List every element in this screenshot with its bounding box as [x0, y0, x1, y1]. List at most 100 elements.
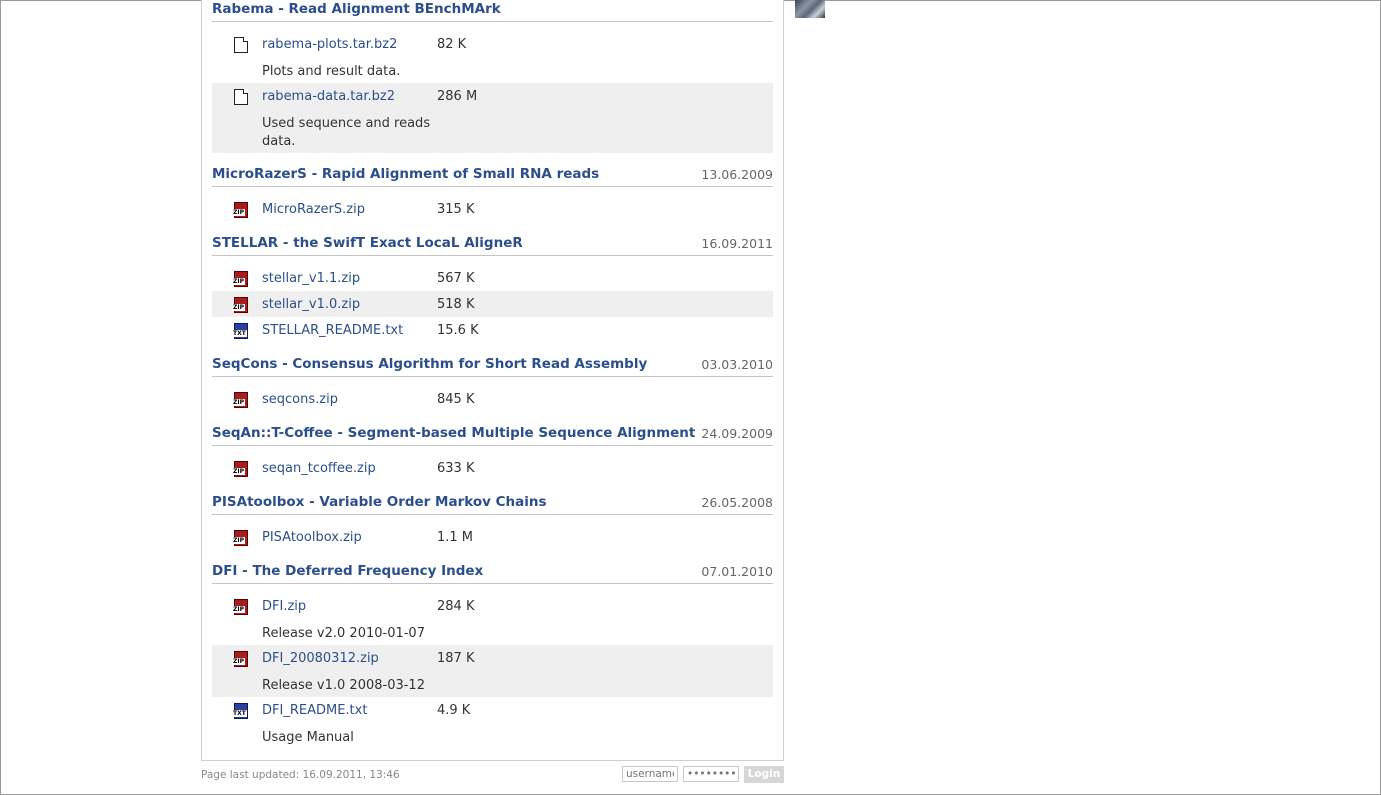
- zip-file-icon: ZIP: [232, 271, 248, 287]
- file-size: 1.1 M: [437, 530, 474, 545]
- file-row: ZIP PISAtoolbox.zip 1.1 M: [212, 524, 773, 550]
- file-download-link[interactable]: stellar_v1.0.zip: [262, 297, 360, 312]
- section-title-link[interactable]: Rabema - Read Alignment BEnchMArk: [212, 1, 501, 17]
- avatar: [795, 0, 825, 18]
- file-size: 518 K: [437, 297, 475, 312]
- file-download-link[interactable]: DFI_20080312.zip: [262, 651, 379, 666]
- file-type-label: ZIP: [232, 209, 245, 216]
- file-download-link[interactable]: stellar_v1.1.zip: [262, 271, 360, 286]
- file-download-link[interactable]: STELLAR_README.txt: [262, 323, 403, 338]
- zip-file-icon: ZIP: [232, 599, 248, 615]
- file-size: 187 K: [437, 651, 475, 666]
- file-row: ZIP stellar_v1.0.zip 518 K: [212, 291, 773, 317]
- file-type-label: TXT: [232, 330, 247, 337]
- section-header: MicroRazerS - Rapid Alignment of Small R…: [212, 164, 773, 187]
- section-date: 26.05.2008: [701, 495, 773, 510]
- section-date: 07.01.2010: [701, 564, 773, 579]
- file-download-link[interactable]: rabema-plots.tar.bz2: [262, 37, 397, 52]
- section-header: Rabema - Read Alignment BEnchMArk: [212, 0, 773, 22]
- section: PISAtoolbox - Variable Order Markov Chai…: [212, 492, 773, 550]
- file-download-link[interactable]: seqcons.zip: [262, 392, 338, 407]
- file-list: ZIP seqan_tcoffee.zip 633 K: [212, 455, 773, 481]
- section-title-link[interactable]: SeqAn::T-Coffee - Segment-based Multiple…: [212, 425, 695, 441]
- file-download-link[interactable]: DFI.zip: [262, 599, 306, 614]
- section: MicroRazerS - Rapid Alignment of Small R…: [212, 164, 773, 222]
- username-input[interactable]: [622, 766, 678, 782]
- file-size: 567 K: [437, 271, 475, 286]
- file-list: ZIP DFI.zip 284 K Release v2.0 2010-01-07 ZI…: [212, 593, 773, 749]
- last-updated-text: Page last updated: 16.09.2011, 13:46: [201, 769, 400, 781]
- file-size: 315 K: [437, 202, 475, 217]
- section-date: 24.09.2009: [701, 426, 773, 441]
- file-description: Release v2.0 2010-01-07: [262, 626, 425, 641]
- file-row: rabema-data.tar.bz2 286 M Used sequence an…: [212, 83, 773, 153]
- section: Rabema - Read Alignment BEnchMArk rabema-…: [212, 0, 773, 153]
- file-row: TXT DFI_README.txt 4.9 K Usage Manual: [212, 697, 773, 749]
- section-date: 03.03.2010: [701, 357, 773, 372]
- downloads-panel: Rabema - Read Alignment BEnchMArk rabema-…: [201, 0, 784, 761]
- file-download-link[interactable]: DFI_README.txt: [262, 703, 367, 718]
- file-description: Usage Manual: [262, 730, 354, 745]
- file-list: ZIP MicroRazerS.zip 315 K: [212, 196, 773, 222]
- section-title-link[interactable]: DFI - The Deferred Frequency Index: [212, 563, 483, 579]
- file-list: ZIP seqcons.zip 845 K: [212, 386, 773, 412]
- file-type-label: ZIP: [232, 468, 245, 475]
- file-row: rabema-plots.tar.bz2 82 K Plots and result…: [212, 31, 773, 83]
- file-type-label: TXT: [232, 710, 247, 717]
- zip-file-icon: ZIP: [232, 297, 248, 313]
- document-icon: [234, 37, 248, 53]
- file-size: 4.9 K: [437, 703, 471, 718]
- file-size: 284 K: [437, 599, 475, 614]
- section-header: SeqAn::T-Coffee - Segment-based Multiple…: [212, 423, 773, 446]
- section-header: DFI - The Deferred Frequency Index 07.01.…: [212, 561, 773, 584]
- file-description: Used sequence and reads data.: [262, 116, 431, 149]
- section-title-link[interactable]: PISAtoolbox - Variable Order Markov Chai…: [212, 494, 547, 510]
- file-type-label: ZIP: [232, 537, 245, 544]
- file-size: 845 K: [437, 392, 475, 407]
- file-download-link[interactable]: rabema-data.tar.bz2: [262, 89, 395, 104]
- file-row: TXT STELLAR_README.txt 15.6 K: [212, 317, 773, 343]
- document-icon: [234, 89, 248, 105]
- file-description: Release v1.0 2008-03-12: [262, 678, 425, 693]
- file-type-label: ZIP: [232, 278, 245, 285]
- password-input[interactable]: [683, 766, 739, 782]
- file-type-label: ZIP: [232, 304, 245, 311]
- file-size: 633 K: [437, 461, 475, 476]
- file-row: ZIP MicroRazerS.zip 315 K: [212, 196, 773, 222]
- file-size: 286 M: [437, 89, 478, 104]
- file-download-link[interactable]: MicroRazerS.zip: [262, 202, 365, 217]
- zip-file-icon: ZIP: [232, 530, 248, 546]
- login-button[interactable]: Login: [744, 766, 784, 783]
- section-date: 13.06.2009: [701, 167, 773, 182]
- file-download-link[interactable]: seqan_tcoffee.zip: [262, 461, 376, 476]
- file-row: ZIP seqcons.zip 845 K: [212, 386, 773, 412]
- file-row: ZIP DFI.zip 284 K Release v2.0 2010-01-07: [212, 593, 773, 645]
- section: SeqAn::T-Coffee - Segment-based Multiple…: [212, 423, 773, 481]
- file-row: ZIP DFI_20080312.zip 187 K Release v1.0 200…: [212, 645, 773, 697]
- file-type-label: ZIP: [232, 606, 245, 613]
- file-row: ZIP stellar_v1.1.zip 567 K: [212, 265, 773, 291]
- file-row: ZIP seqan_tcoffee.zip 633 K: [212, 455, 773, 481]
- section-title-link[interactable]: STELLAR - the SwifT Exact LocaL AligneR: [212, 235, 523, 251]
- section-header: STELLAR - the SwifT Exact LocaL AligneR 1…: [212, 233, 773, 256]
- file-size: 82 K: [437, 37, 467, 52]
- section-header: PISAtoolbox - Variable Order Markov Chai…: [212, 492, 773, 515]
- section-title-link[interactable]: SeqCons - Consensus Algorithm for Short …: [212, 356, 647, 372]
- section-title-link[interactable]: MicroRazerS - Rapid Alignment of Small R…: [212, 166, 599, 182]
- file-list: ZIP PISAtoolbox.zip 1.1 M: [212, 524, 773, 550]
- section-date: 16.09.2011: [701, 236, 773, 251]
- file-list: ZIP stellar_v1.1.zip 567 K ZIP stellar_v1.0.…: [212, 265, 773, 343]
- file-list: rabema-plots.tar.bz2 82 K Plots and result…: [212, 31, 773, 153]
- text-file-icon: TXT: [232, 323, 248, 339]
- zip-file-icon: ZIP: [232, 392, 248, 408]
- zip-file-icon: ZIP: [232, 461, 248, 477]
- section-header: SeqCons - Consensus Algorithm for Short …: [212, 354, 773, 377]
- file-size: 15.6 K: [437, 323, 479, 338]
- zip-file-icon: ZIP: [232, 651, 248, 667]
- section: STELLAR - the SwifT Exact LocaL AligneR 1…: [212, 233, 773, 343]
- zip-file-icon: ZIP: [232, 202, 248, 218]
- file-type-label: ZIP: [232, 658, 245, 665]
- file-download-link[interactable]: PISAtoolbox.zip: [262, 530, 362, 545]
- file-type-label: ZIP: [232, 399, 245, 406]
- text-file-icon: TXT: [232, 703, 248, 719]
